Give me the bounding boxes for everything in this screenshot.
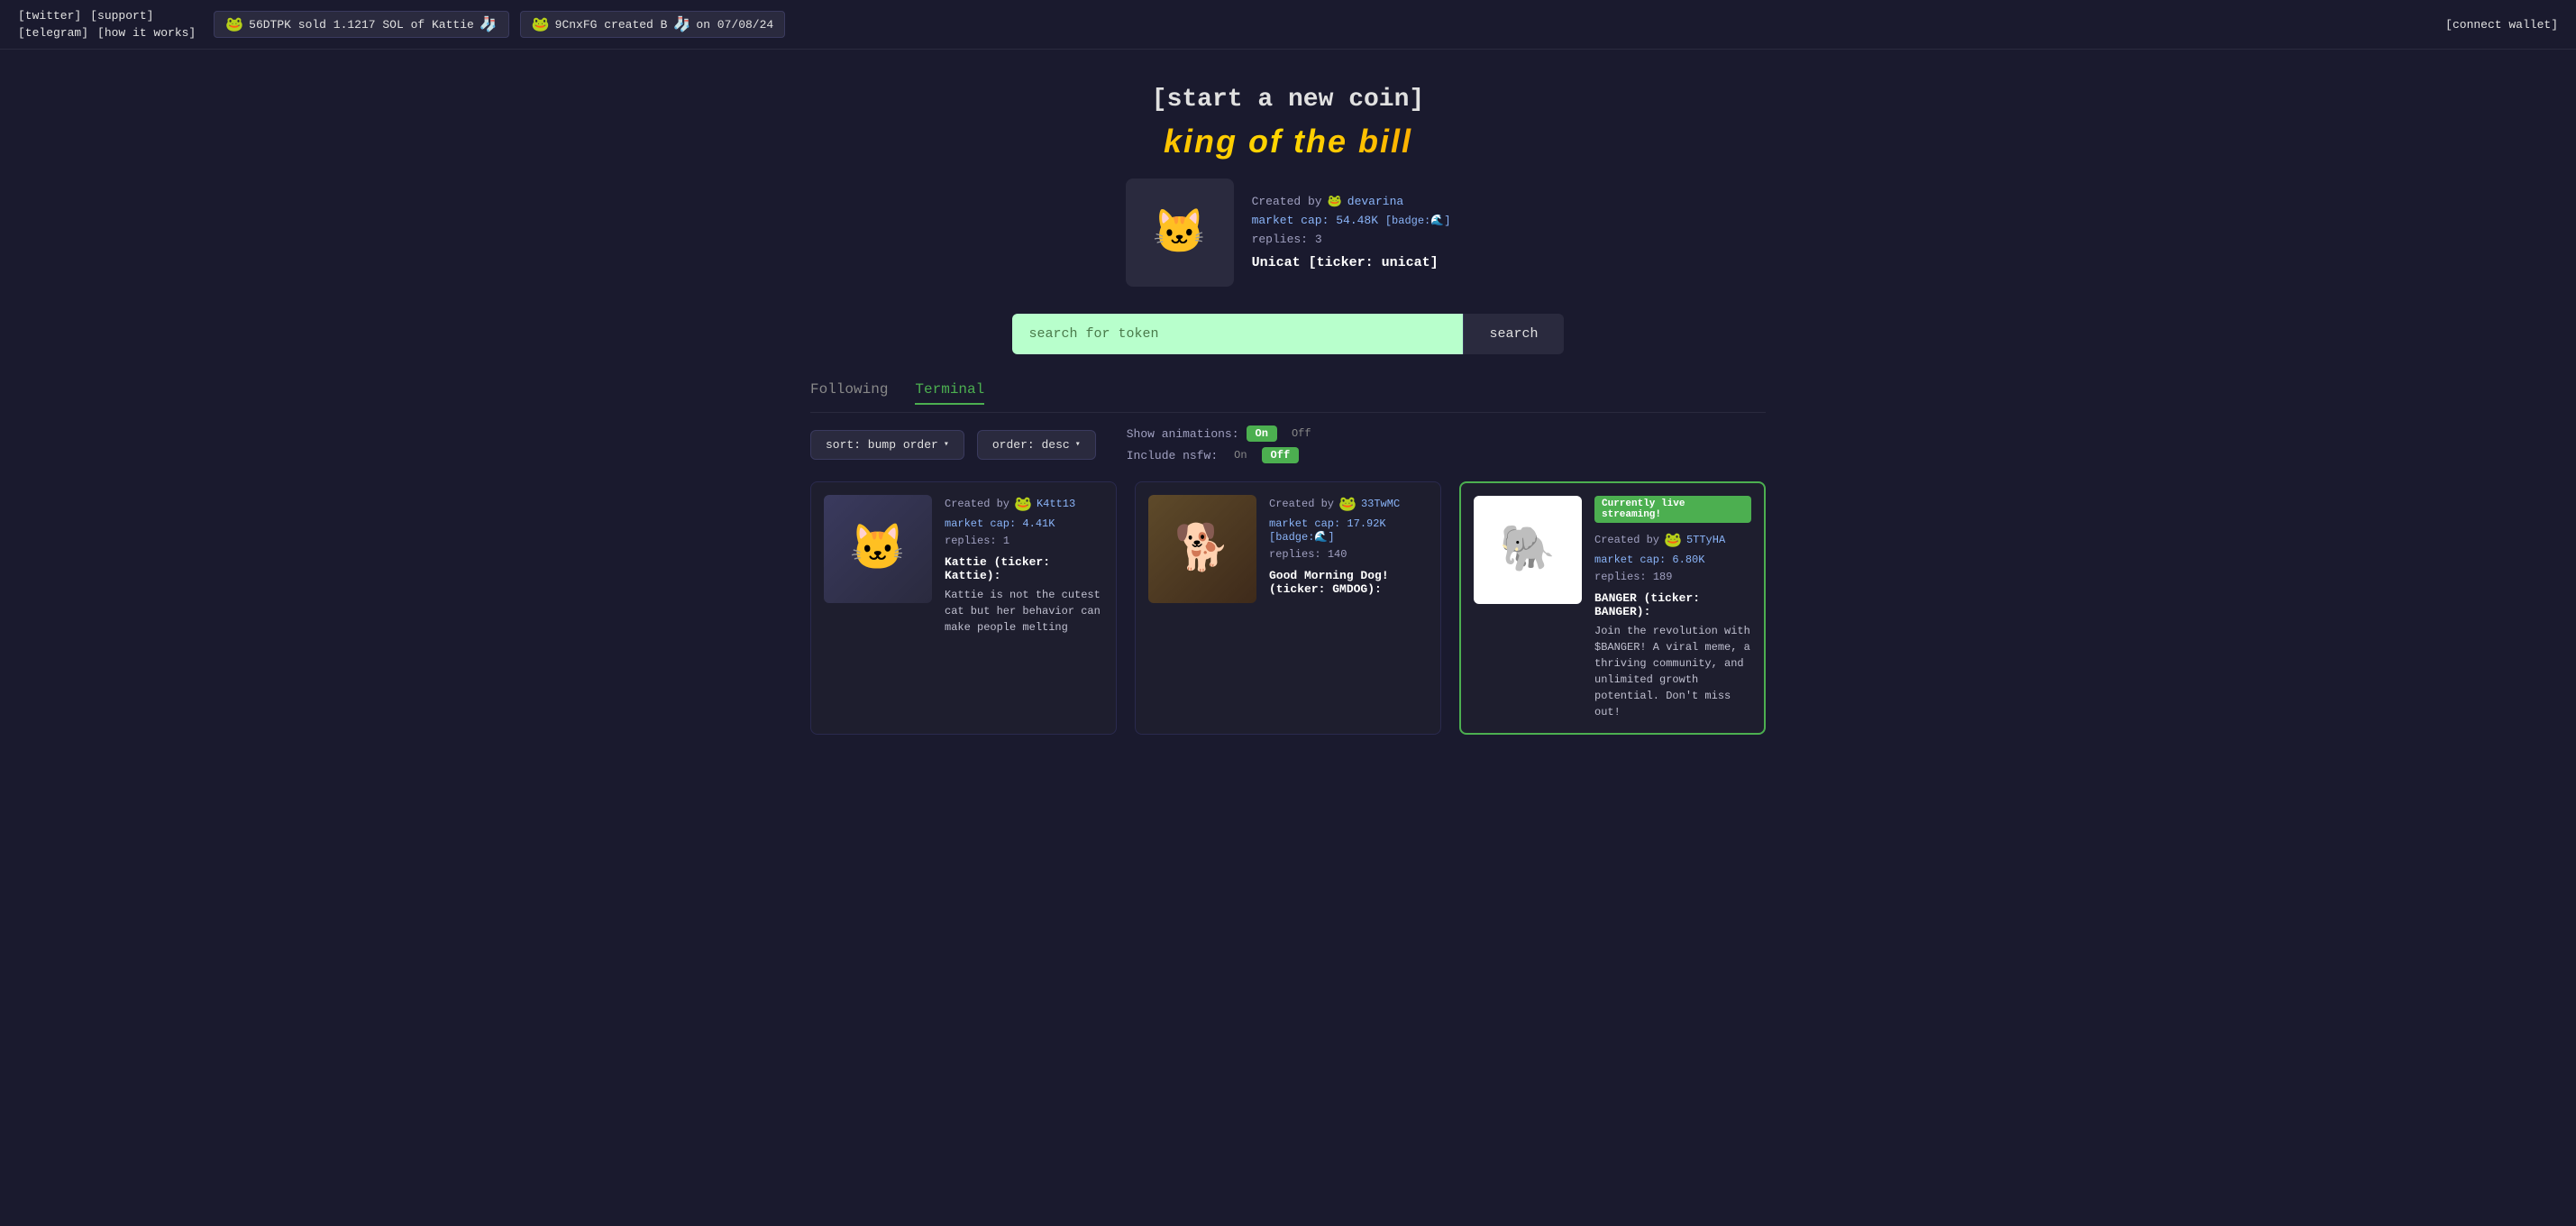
coin-card-2-creator: Created by 🐸 33TwMC — [1269, 495, 1428, 513]
animations-toggle[interactable]: On Off — [1247, 425, 1320, 442]
animations-on-toggle[interactable]: On — [1247, 425, 1277, 442]
nsfw-on-toggle[interactable]: On — [1225, 447, 1256, 463]
coin-card-2-name: Good Morning Dog! (ticker: GMDOG): — [1269, 569, 1428, 596]
coin-card-1-info: Created by 🐸 K4tt13 market cap: 4.41K re… — [945, 495, 1103, 721]
order-chevron-icon: ▾ — [1075, 439, 1081, 450]
featured-coin-info: Created by 🐸 devarina market cap: 54.48K… — [1252, 178, 1451, 287]
coin-card-1-emoji: 🐱 — [850, 522, 906, 577]
coin-card-3[interactable]: 🐘 Currently live streaming! Created by 🐸… — [1459, 481, 1766, 735]
ticker-text-2: 9CnxFG created B — [555, 18, 668, 32]
coin-card-3-creator: Created by 🐸 5TTyHA — [1594, 531, 1751, 549]
ticker-emoji-2: 🐸 — [532, 15, 550, 33]
filter-toggles: Show animations: On Off Include nsfw: On… — [1127, 425, 1320, 463]
sort-filter-label: sort: bump order — [826, 438, 938, 452]
main-content: [start a new coin] king of the bill 🐱 Cr… — [792, 50, 1784, 753]
coin-card-3-created-label: Created by — [1594, 534, 1659, 546]
coin-card-3-creator-emoji: 🐸 — [1664, 531, 1682, 549]
ticker-text-1: 56DTPK sold 1.1217 SOL of Kattie — [249, 18, 474, 32]
order-filter-button[interactable]: order: desc ▾ — [977, 430, 1096, 460]
search-bar: search — [810, 314, 1766, 354]
search-button[interactable]: search — [1463, 314, 1563, 354]
coin-card-3-desc: Join the revolution with $BANGER! A vira… — [1594, 623, 1751, 720]
coin-card-3-emoji: 🐘 — [1500, 523, 1556, 578]
ticker-emoji-sock-1: 🧦 — [480, 15, 498, 33]
animations-label: Show animations: — [1127, 427, 1239, 441]
tab-terminal[interactable]: Terminal — [915, 381, 984, 405]
coin-card-1-creator-name[interactable]: K4tt13 — [1037, 498, 1075, 510]
coin-card-3-replies: replies: 189 — [1594, 571, 1751, 583]
animations-off-toggle[interactable]: Off — [1283, 425, 1320, 442]
coin-card-2-created-label: Created by — [1269, 498, 1334, 510]
animations-filter-row: Show animations: On Off — [1127, 425, 1320, 442]
coin-grid: 🐱 Created by 🐸 K4tt13 market cap: 4.41K … — [810, 481, 1766, 735]
coin-card-2[interactable]: 🐕 Created by 🐸 33TwMC market cap: 17.92K… — [1135, 481, 1441, 735]
header: [twitter] [support] [telegram] [how it w… — [0, 0, 2576, 50]
tab-following[interactable]: Following — [810, 381, 888, 405]
coin-card-2-replies: replies: 140 — [1269, 548, 1428, 561]
start-coin-link[interactable]: [start a new coin] — [1152, 86, 1424, 114]
coin-card-2-badge: [badge:🌊] — [1269, 531, 1335, 544]
featured-coin-name: Unicat [ticker: unicat] — [1252, 255, 1451, 270]
coin-card-3-market: market cap: 6.80K — [1594, 554, 1751, 566]
coin-card-1-name: Kattie (ticker: Kattie): — [945, 555, 1103, 582]
nsfw-toggle[interactable]: On Off — [1225, 447, 1299, 463]
coin-card-3-creator-name[interactable]: 5TTyHA — [1686, 534, 1725, 546]
nsfw-off-toggle[interactable]: Off — [1262, 447, 1300, 463]
coin-card-1[interactable]: 🐱 Created by 🐸 K4tt13 market cap: 4.41K … — [810, 481, 1117, 735]
coin-card-1-creator-emoji: 🐸 — [1014, 495, 1032, 513]
coin-card-1-creator: Created by 🐸 K4tt13 — [945, 495, 1103, 513]
search-input[interactable] — [1012, 314, 1463, 354]
featured-creator-name[interactable]: devarina — [1347, 195, 1403, 208]
ticker-emoji-sock-2: 🧦 — [672, 15, 690, 33]
featured-created-by: Created by 🐸 devarina — [1252, 195, 1451, 208]
nsfw-filter-row: Include nsfw: On Off — [1127, 447, 1320, 463]
start-coin-section: [start a new coin] — [810, 86, 1766, 114]
ticker-emoji-1: 🐸 — [225, 15, 243, 33]
twitter-link[interactable]: [twitter] — [18, 9, 81, 23]
how-it-works-link[interactable]: [how it works] — [97, 26, 196, 40]
featured-coin-image: 🐱 — [1126, 178, 1234, 287]
header-nav-links: [twitter] [support] [telegram] [how it w… — [18, 9, 196, 40]
tabs-bar: Following Terminal — [810, 381, 1766, 413]
featured-badge: [badge:🌊] — [1385, 215, 1451, 227]
coin-card-2-creator-name[interactable]: 33TwMC — [1361, 498, 1400, 510]
ticker-banner: 🐸 56DTPK sold 1.1217 SOL of Kattie 🧦 🐸 9… — [214, 11, 2445, 38]
coin-card-1-replies: replies: 1 — [945, 535, 1103, 547]
coin-card-2-emoji: 🐕 — [1174, 522, 1230, 577]
featured-created-by-label: Created by — [1252, 195, 1322, 208]
telegram-link[interactable]: [telegram] — [18, 26, 88, 40]
coin-card-2-info: Created by 🐸 33TwMC market cap: 17.92K [… — [1269, 495, 1428, 721]
featured-replies: replies: 3 — [1252, 233, 1451, 246]
order-filter-label: order: desc — [992, 438, 1070, 452]
sort-filter-button[interactable]: sort: bump order ▾ — [810, 430, 964, 460]
coin-card-3-name: BANGER (ticker: BANGER): — [1594, 591, 1751, 618]
ticker-item-1[interactable]: 🐸 56DTPK sold 1.1217 SOL of Kattie 🧦 — [214, 11, 508, 38]
featured-creator-emoji: 🐸 — [1328, 195, 1342, 208]
support-link[interactable]: [support] — [90, 9, 153, 23]
coin-card-2-creator-emoji: 🐸 — [1338, 495, 1357, 513]
coin-card-3-image: 🐘 — [1474, 496, 1582, 604]
featured-market-cap: market cap: 54.48K [badge:🌊] — [1252, 214, 1451, 227]
coin-card-1-created-label: Created by — [945, 498, 1009, 510]
ticker-date-2: on 07/08/24 — [696, 18, 773, 32]
coin-card-1-image: 🐱 — [824, 495, 932, 603]
coin-card-2-market: market cap: 17.92K [badge:🌊] — [1269, 517, 1428, 544]
connect-wallet-button[interactable]: [connect wallet] — [2445, 18, 2558, 32]
coin-card-1-desc: Kattie is not the cutest cat but her beh… — [945, 587, 1103, 636]
filters-bar: sort: bump order ▾ order: desc ▾ Show an… — [810, 425, 1766, 463]
ticker-item-2[interactable]: 🐸 9CnxFG created B 🧦 on 07/08/24 — [520, 11, 786, 38]
sort-chevron-icon: ▾ — [944, 439, 949, 450]
featured-coin[interactable]: 🐱 Created by 🐸 devarina market cap: 54.4… — [973, 178, 1603, 287]
live-streaming-badge: Currently live streaming! — [1594, 496, 1751, 523]
coin-card-1-market: market cap: 4.41K — [945, 517, 1103, 530]
coin-card-3-info: Currently live streaming! Created by 🐸 5… — [1594, 496, 1751, 720]
king-title: king of the bill — [810, 123, 1766, 160]
nsfw-label: Include nsfw: — [1127, 449, 1218, 462]
coin-card-2-image: 🐕 — [1148, 495, 1256, 603]
featured-coin-emoji: 🐱 — [1153, 206, 1207, 260]
